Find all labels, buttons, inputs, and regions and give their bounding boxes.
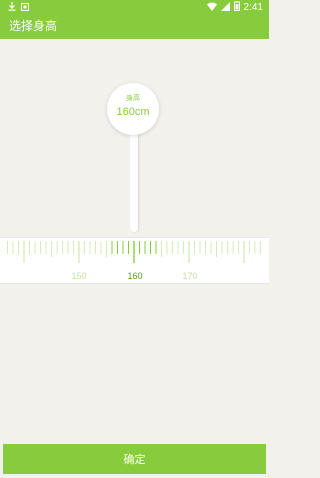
status-time: 2:41 <box>243 1 263 13</box>
ruler-ticks <box>7 241 261 263</box>
ruler-label-160: 160 <box>127 271 143 281</box>
notification-icon <box>21 2 29 14</box>
confirm-button[interactable]: 确定 <box>3 444 266 474</box>
app-bar: 选择身高 <box>0 14 269 39</box>
status-bar-left <box>8 2 29 14</box>
status-bar: 2:41 <box>0 0 269 14</box>
wifi-icon <box>206 2 217 14</box>
height-value: 160cm <box>116 106 150 118</box>
height-value-balloon: 身高 160cm <box>107 83 159 135</box>
height-picker-screen: 2:41 选择身高 身高 160cm 150 160 170 确定 <box>0 0 269 478</box>
ruler-label-150: 150 <box>71 271 87 281</box>
height-label: 身高 <box>126 94 140 102</box>
height-pin-stick <box>130 120 138 232</box>
page-title: 选择身高 <box>9 19 58 33</box>
status-bar-right: 2:41 <box>206 1 263 14</box>
signal-icon <box>220 1 230 14</box>
height-ruler[interactable]: 150 160 170 <box>0 237 269 284</box>
battery-icon <box>233 1 240 14</box>
ruler-label-170: 170 <box>182 271 198 281</box>
download-icon <box>8 2 16 14</box>
